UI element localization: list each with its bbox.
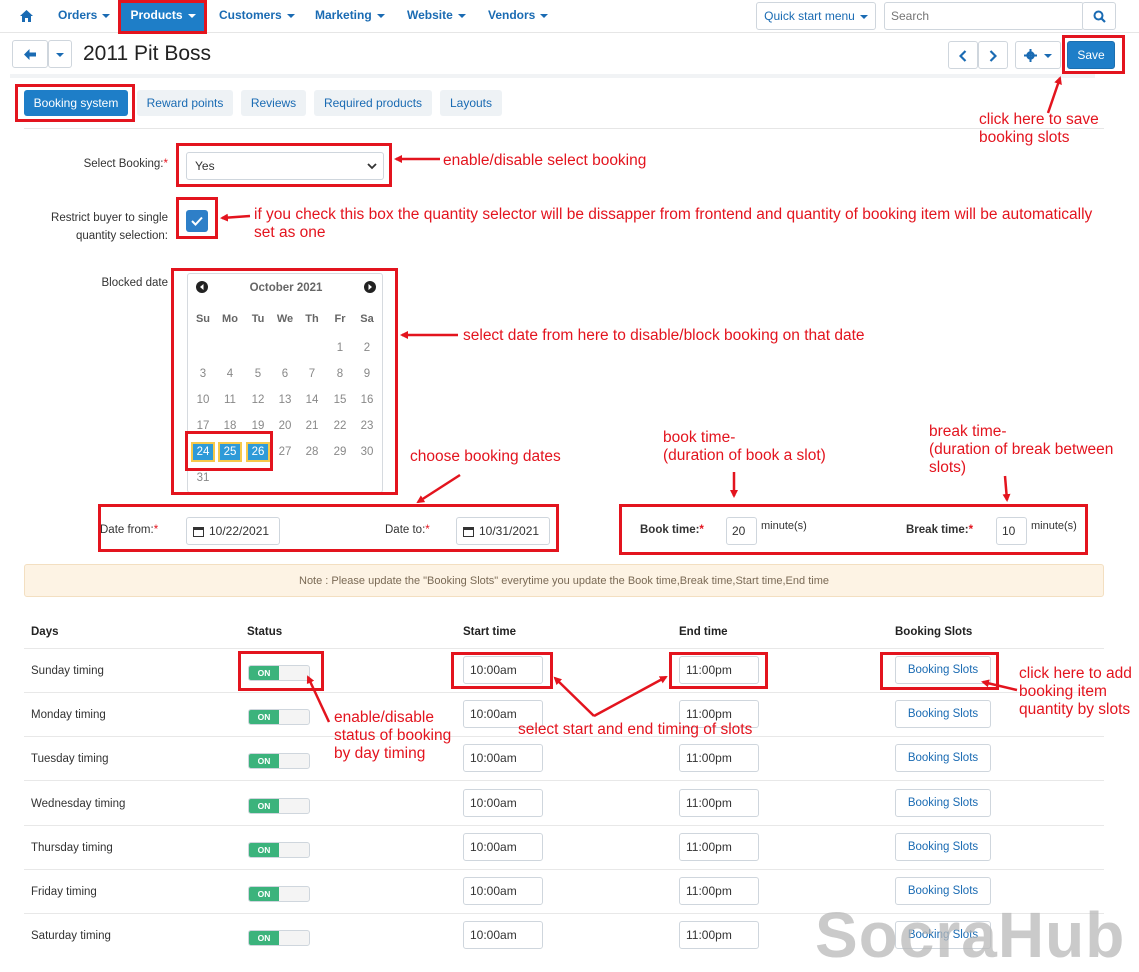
watermark-text: SocraHub (815, 899, 1126, 971)
arrow-slots (981, 679, 1018, 692)
arrow-break-time (1002, 475, 1011, 502)
annotation-arrows (220, 76, 1062, 723)
arrow-restrict (220, 213, 251, 222)
arrow-status (306, 675, 331, 723)
arrow-end (593, 675, 668, 718)
arrow-dates (416, 473, 461, 504)
arrow-start (553, 676, 595, 717)
arrow-save (1046, 76, 1062, 114)
watermark-logo: SocraHub (815, 900, 1125, 970)
